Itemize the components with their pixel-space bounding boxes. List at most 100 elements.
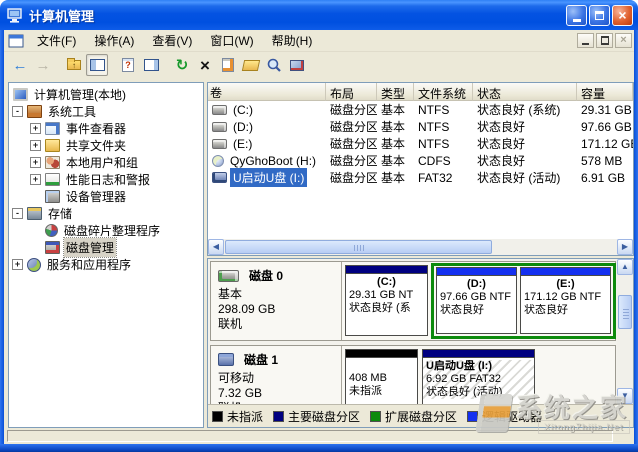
- mdi-restore-icon: [601, 37, 609, 44]
- disk-0-header[interactable]: 磁盘 0 基本 298.09 GB 联机: [211, 262, 342, 340]
- column-header-type[interactable]: 类型: [377, 83, 414, 101]
- tree-item-performance-logs[interactable]: + 性能日志和警报: [30, 171, 203, 188]
- show-console-tree-button[interactable]: [86, 54, 108, 76]
- scroll-right-button[interactable]: ▶: [617, 239, 633, 255]
- menu-window[interactable]: 窗口(W): [201, 29, 262, 52]
- defragmenter-icon: [45, 224, 58, 237]
- scroll-left-button[interactable]: ◀: [208, 239, 224, 255]
- drive-icon: [212, 139, 227, 149]
- menu-file[interactable]: 文件(F): [28, 29, 85, 52]
- mdi-restore-button[interactable]: [596, 33, 613, 48]
- expand-icon[interactable]: +: [30, 174, 41, 185]
- table-row-volume-d[interactable]: (D:) 磁盘分区 基本 NTFS 状态良好 97.66 GB: [208, 118, 633, 135]
- column-header-status[interactable]: 状态: [473, 83, 577, 101]
- delete-icon: ×: [200, 57, 210, 74]
- tree-item-disk-defragmenter[interactable]: 磁盘碎片整理程序: [30, 222, 203, 239]
- toolbar: ← → ↑ ? ↻ × p: [4, 52, 634, 78]
- mdi-minimize-button[interactable]: [577, 33, 594, 48]
- volume-filesystem: CDFS: [414, 154, 473, 168]
- unallocated-label: 未指派: [346, 385, 417, 398]
- expand-icon[interactable]: +: [12, 259, 23, 270]
- action-pane-icon: [144, 59, 159, 71]
- collapse-icon[interactable]: -: [12, 106, 23, 117]
- table-row-volume-h[interactable]: QyGhoBoot (H:) 磁盘分区 基本 CDFS 状态良好 578 MB: [208, 152, 633, 169]
- menu-action[interactable]: 操作(A): [85, 29, 143, 52]
- tree-item-services-applications[interactable]: + 服务和应用程序: [12, 256, 203, 273]
- partition-d[interactable]: (D:) 97.66 GB NTF 状态良好: [436, 267, 517, 334]
- volume-name: (C:): [230, 102, 256, 118]
- disk-tools-button[interactable]: [286, 54, 308, 76]
- volume-status: 状态良好: [473, 118, 577, 135]
- tree-item-disk-management[interactable]: 磁盘管理: [30, 239, 203, 256]
- scroll-up-button[interactable]: ▲: [617, 259, 633, 275]
- scrollbar-thumb[interactable]: [225, 240, 492, 254]
- horizontal-scrollbar: ◀ ▶: [208, 239, 633, 255]
- volume-type: 基本: [377, 135, 414, 152]
- expand-icon[interactable]: +: [30, 157, 41, 168]
- open-button[interactable]: [240, 54, 262, 76]
- console-tree-icon: [90, 59, 105, 71]
- vertical-scrollbar: ▲ ▼: [617, 259, 633, 404]
- properties-button[interactable]: p: [217, 54, 239, 76]
- tree-item-shared-folders[interactable]: + 共享文件夹: [30, 137, 203, 154]
- disk-0-title: 磁盘 0: [249, 267, 283, 284]
- export-list-button[interactable]: ?: [117, 54, 139, 76]
- menu-view[interactable]: 查看(V): [143, 29, 201, 52]
- volume-capacity: 171.12 GB: [577, 137, 633, 151]
- column-header-filesystem[interactable]: 文件系统: [414, 83, 473, 101]
- refresh-button[interactable]: ↻: [171, 54, 193, 76]
- mdi-minimize-icon: [582, 43, 589, 45]
- column-header-volume[interactable]: 卷: [208, 83, 326, 101]
- storage-icon: [27, 207, 42, 220]
- column-header-layout[interactable]: 布局: [326, 83, 377, 101]
- disk-graphical-pane: 磁盘 0 基本 298.09 GB 联机 (C:) 29.31 GB NT 状态…: [207, 258, 634, 428]
- partition-c[interactable]: (C:) 29.31 GB NT 状态良好 (系: [345, 265, 428, 336]
- logical-drive-stripe: [521, 268, 610, 276]
- tree-item-system-tools[interactable]: - 系统工具: [12, 103, 203, 120]
- maximize-button[interactable]: [589, 5, 610, 26]
- table-row-volume-e[interactable]: (E:) 磁盘分区 基本 NTFS 状态良好 171.12 GB: [208, 135, 633, 152]
- title-bar[interactable]: 计算机管理 ×: [0, 0, 638, 30]
- partition-size: 29.31 GB NT: [346, 289, 427, 302]
- tree-item-device-manager[interactable]: 设备管理器: [30, 188, 203, 205]
- table-row-volume-c[interactable]: (C:) 磁盘分区 基本 NTFS 状态良好 (系统) 29.31 GB: [208, 101, 633, 118]
- partition-label: (E:): [521, 278, 610, 291]
- partition-e[interactable]: (E:) 171.12 GB NTF 状态良好: [520, 267, 611, 334]
- search-icon: [266, 57, 282, 73]
- scroll-down-button[interactable]: ▼: [617, 388, 633, 404]
- computer-icon: [13, 88, 28, 101]
- window-frame-bottom: [0, 444, 638, 452]
- tree-item-event-viewer[interactable]: + 事件查看器: [30, 120, 203, 137]
- show-action-pane-button[interactable]: [140, 54, 162, 76]
- volume-list-pane: 卷 布局 类型 文件系统 状态 容量 (C:) 磁盘分区 基本 NTFS 状态良…: [207, 82, 634, 256]
- window-frame-right: [634, 30, 638, 444]
- tree-item-local-users-groups[interactable]: + 本地用户和组: [30, 154, 203, 171]
- volume-capacity: 578 MB: [577, 154, 633, 168]
- legend-logical-drive: 逻辑驱动器: [467, 408, 542, 425]
- tree-item-storage[interactable]: - 存储: [12, 205, 203, 222]
- expand-icon[interactable]: +: [30, 123, 41, 134]
- volume-layout: 磁盘分区: [326, 118, 377, 135]
- forward-button[interactable]: →: [32, 54, 54, 76]
- partition-size: 171.12 GB NTF: [521, 291, 610, 304]
- minimize-button[interactable]: [566, 5, 587, 26]
- mdi-close-button[interactable]: ×: [615, 33, 632, 48]
- up-level-button[interactable]: ↑: [63, 54, 85, 76]
- disk-0-row: 磁盘 0 基本 298.09 GB 联机 (C:) 29.31 GB NT 状态…: [210, 261, 616, 341]
- table-row-volume-i-selected[interactable]: U启动U盘 (I:) 磁盘分区 基本 FAT32 状态良好 (活动) 6.91 …: [208, 169, 633, 186]
- back-button[interactable]: ←: [9, 54, 31, 76]
- menu-help[interactable]: 帮助(H): [263, 29, 322, 52]
- volume-capacity: 6.91 GB: [577, 171, 633, 185]
- search-button[interactable]: [263, 54, 285, 76]
- tree-item-computer-management[interactable]: 计算机管理(本地): [13, 86, 203, 103]
- collapse-icon[interactable]: -: [12, 208, 23, 219]
- column-header-capacity[interactable]: 容量: [577, 83, 633, 101]
- menu-bar: 文件(F) 操作(A) 查看(V) 窗口(W) 帮助(H) ×: [4, 30, 634, 52]
- expand-icon[interactable]: +: [30, 140, 41, 151]
- volume-name: QyGhoBoot (H:): [227, 153, 319, 169]
- close-button[interactable]: ×: [612, 5, 633, 26]
- partition-label: (D:): [437, 278, 516, 291]
- delete-button[interactable]: ×: [194, 54, 216, 76]
- scrollbar-thumb[interactable]: [618, 295, 632, 329]
- disk-0-size: 298.09 GB: [218, 302, 341, 317]
